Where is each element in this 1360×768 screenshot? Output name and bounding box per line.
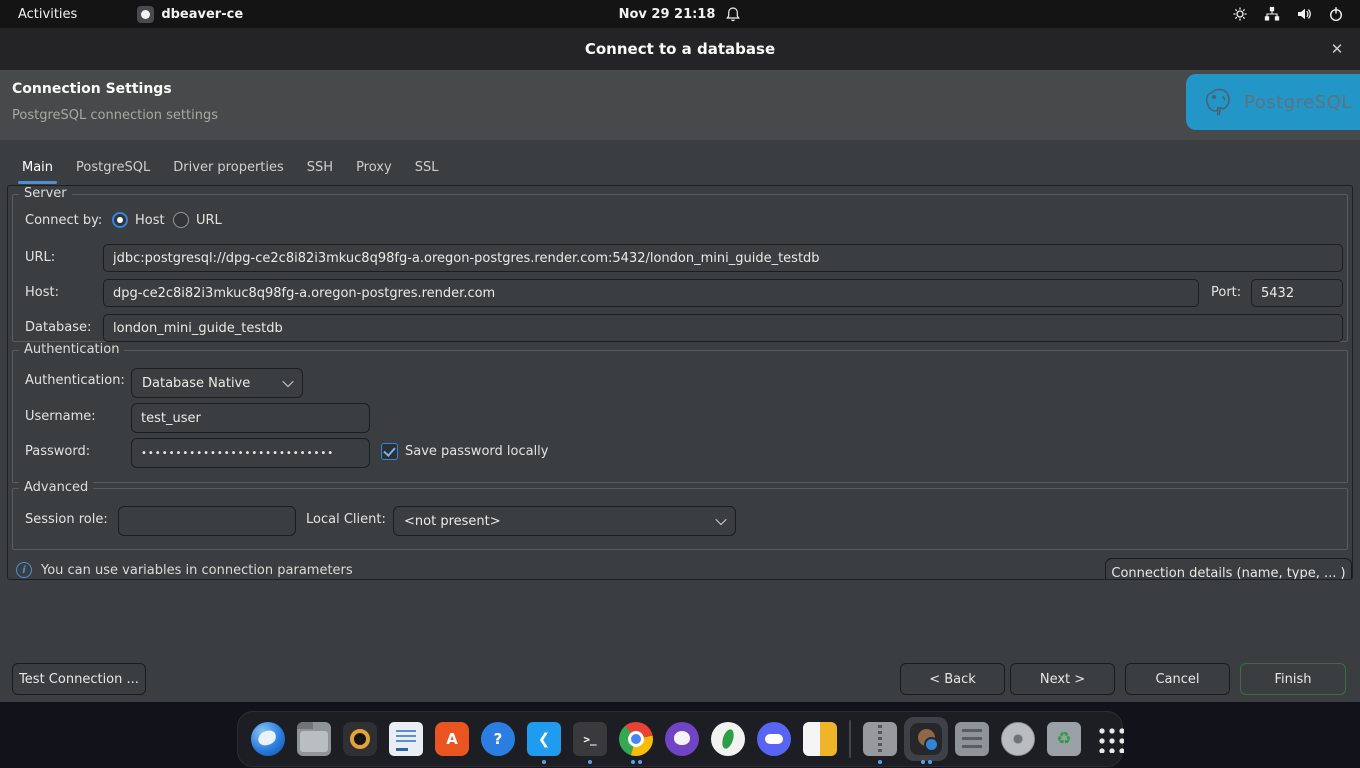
password-input[interactable]: [131, 438, 370, 468]
postgresql-logo: PostgreSQL: [1186, 74, 1360, 130]
url-input[interactable]: [103, 244, 1343, 272]
main-tab-panel: Server Connect by: Host URL URL: Host: P…: [7, 185, 1353, 580]
host-radio[interactable]: [112, 212, 128, 228]
discord-icon[interactable]: [757, 722, 791, 756]
gnome-top-bar: Activities dbeaver-ce Nov 29 21:18: [0, 0, 1360, 28]
save-password-checkbox[interactable]: [381, 443, 398, 460]
leaf-app-icon[interactable]: [711, 722, 745, 756]
info-text: You can use variables in connection para…: [41, 563, 353, 578]
files-icon[interactable]: [297, 722, 331, 756]
password-label: Password:: [25, 444, 90, 459]
finish-button[interactable]: Finish: [1240, 663, 1346, 695]
local-client-select[interactable]: <not present>: [393, 506, 736, 536]
info-icon: i: [16, 562, 32, 578]
tab-proxy[interactable]: Proxy: [354, 158, 394, 177]
volume-icon[interactable]: [1296, 6, 1312, 22]
authentication-group: Authentication Authentication: Database …: [12, 350, 1348, 483]
network-icon[interactable]: [1264, 6, 1280, 22]
terminal-icon[interactable]: >_: [573, 722, 607, 756]
connection-details-button[interactable]: Connection details (name, type, ... ): [1105, 558, 1352, 580]
next-button[interactable]: Next >: [1010, 663, 1115, 695]
authentication-label: Authentication:: [25, 373, 125, 388]
info-row: i You can use variables in connection pa…: [16, 562, 353, 578]
app-grid-icon[interactable]: [1093, 722, 1127, 756]
connection-details-label: Connection details (name, type, ... ): [1111, 566, 1345, 580]
local-client-select-value: <not present>: [404, 514, 501, 529]
session-role-input[interactable]: [118, 506, 296, 536]
database-label: Database:: [25, 320, 91, 335]
back-button[interactable]: < Back: [900, 663, 1005, 695]
rhythmbox-icon[interactable]: [343, 722, 377, 756]
dbeaver-dock-icon[interactable]: [909, 722, 943, 756]
chevron-down-icon: [282, 376, 293, 387]
settings-tabs: Main PostgreSQL Driver properties SSH Pr…: [0, 150, 1360, 184]
advanced-group-legend: Advanced: [19, 480, 93, 495]
focused-app-menu[interactable]: dbeaver-ce: [137, 6, 243, 23]
url-radio-label[interactable]: URL: [196, 213, 222, 228]
close-icon[interactable]: ✕: [1326, 38, 1348, 60]
help-icon[interactable]: ?: [481, 722, 515, 756]
tab-postgresql[interactable]: PostgreSQL: [74, 158, 152, 177]
host-label: Host:: [25, 285, 59, 300]
port-input[interactable]: [1251, 279, 1343, 307]
cancel-button[interactable]: Cancel: [1125, 663, 1230, 695]
postgresql-elephant-icon: [1202, 85, 1236, 119]
port-label: Port:: [1211, 285, 1241, 300]
clock[interactable]: Nov 29 21:18: [619, 7, 716, 22]
tab-main[interactable]: Main: [20, 158, 55, 177]
authentication-group-legend: Authentication: [19, 342, 124, 357]
dialog-title: Connect to a database: [585, 40, 775, 58]
tab-driver-properties[interactable]: Driver properties: [171, 158, 285, 177]
dock: A ? ❮ >_ ♻: [237, 711, 1123, 767]
chevron-down-icon: [715, 514, 726, 525]
database-input[interactable]: [103, 314, 1343, 342]
username-input[interactable]: [131, 403, 370, 433]
test-connection-button[interactable]: Test Connection ...: [12, 663, 146, 695]
desktop-area: A ? ❮ >_ ♻: [0, 702, 1360, 768]
disk-image-icon[interactable]: [1001, 722, 1035, 756]
focused-app-name: dbeaver-ce: [161, 7, 243, 22]
host-radio-label[interactable]: Host: [135, 213, 165, 228]
save-password-label[interactable]: Save password locally: [405, 444, 549, 459]
dialog-titlebar: Connect to a database ✕: [0, 28, 1360, 70]
dbeaver-app-icon: [137, 6, 154, 23]
session-role-label: Session role:: [25, 512, 108, 527]
vscode-icon[interactable]: ❮: [527, 722, 561, 756]
postgresql-logo-text: PostgreSQL: [1244, 92, 1352, 113]
thunderbird-icon[interactable]: [251, 722, 285, 756]
power-icon[interactable]: [1328, 6, 1344, 22]
tab-ssh[interactable]: SSH: [305, 158, 335, 177]
username-label: Username:: [25, 409, 96, 424]
dock-separator: [849, 720, 851, 758]
activities-button[interactable]: Activities: [0, 0, 95, 28]
url-radio[interactable]: [173, 212, 189, 228]
connect-dialog: Connection Settings PostgreSQL connectio…: [0, 70, 1360, 702]
server-group: Server Connect by: Host URL URL: Host: P…: [12, 194, 1348, 342]
page-subtitle: PostgreSQL connection settings: [12, 108, 218, 123]
page-title: Connection Settings: [12, 81, 172, 97]
archive-manager-icon[interactable]: [863, 722, 897, 756]
notification-bell-icon[interactable]: [725, 6, 741, 22]
authentication-select-value: Database Native: [142, 376, 250, 391]
connect-by-label: Connect by:: [25, 213, 102, 228]
color-profile-icon[interactable]: [1232, 6, 1248, 22]
chrome-icon[interactable]: [619, 722, 653, 756]
local-client-label: Local Client:: [306, 512, 386, 527]
ubuntu-software-icon[interactable]: A: [435, 722, 469, 756]
authentication-select[interactable]: Database Native: [131, 368, 303, 398]
url-label: URL:: [25, 250, 55, 265]
host-input[interactable]: [103, 279, 1199, 307]
server-group-legend: Server: [19, 186, 72, 201]
trash-icon[interactable]: ♻: [1047, 722, 1081, 756]
diff-tool-icon[interactable]: [803, 722, 837, 756]
advanced-group: Advanced Session role: Local Client: <no…: [12, 488, 1348, 550]
tab-ssl[interactable]: SSL: [413, 158, 441, 177]
dialog-header: Connection Settings PostgreSQL connectio…: [0, 70, 1360, 140]
boxes-icon[interactable]: [955, 722, 989, 756]
libreoffice-writer-icon[interactable]: [389, 722, 423, 756]
github-desktop-icon[interactable]: [665, 722, 699, 756]
